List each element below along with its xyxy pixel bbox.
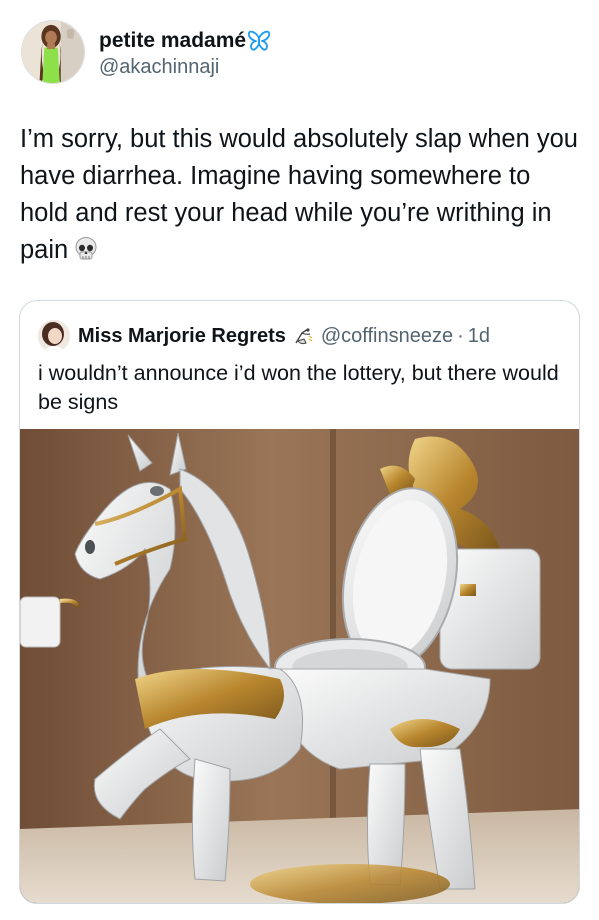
quoted-tweet-card[interactable]: Miss Marjorie Regrets @coffinsneeze · 1d… [19,300,580,904]
display-name[interactable]: petite madamé [99,28,246,54]
butterfly-icon [247,30,271,52]
quoted-timestamp[interactable]: 1d [468,325,490,348]
quoted-display-name[interactable]: Miss Marjorie Regrets [78,325,286,348]
horse-toilet-photo [20,429,579,903]
tweet-body: I’m sorry, but this would absolutely sla… [20,121,585,269]
user-handle[interactable]: @akachinnaji [99,54,271,80]
quoted-avatar-photo [38,320,70,352]
tweet-header: petite madamé @akachinnaji [21,20,271,86]
quoted-tweet-header: Miss Marjorie Regrets @coffinsneeze · 1d [38,319,490,353]
avatar[interactable] [21,20,85,84]
quoted-avatar[interactable] [38,320,70,352]
skull-icon [74,236,98,262]
quoted-handle[interactable]: @coffinsneeze [321,325,453,348]
quoted-tweet-text: i wouldn’t announce i’d won the lottery,… [38,361,559,414]
sneeze-bird-icon [292,325,314,347]
quoted-tweet-image[interactable] [20,429,579,903]
avatar-photo [22,21,84,83]
tweet-text: I’m sorry, but this would absolutely sla… [20,125,578,264]
separator-dot: · [457,324,464,347]
